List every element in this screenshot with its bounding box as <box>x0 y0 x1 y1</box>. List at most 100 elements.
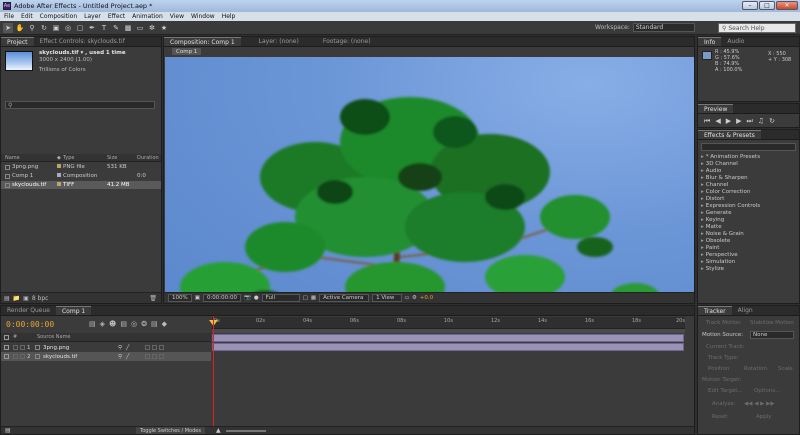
adjustment-switch[interactable] <box>152 345 158 350</box>
roto-brush-tool-icon[interactable]: ✼ <box>147 23 157 33</box>
3d-layer-switch[interactable] <box>159 354 165 359</box>
tab-footage[interactable]: Footage: (none) <box>317 37 377 46</box>
rotation-checkbox[interactable]: Rotation <box>744 366 767 372</box>
solo-icon[interactable] <box>20 345 25 350</box>
layer-name[interactable]: 3png.png <box>43 345 118 351</box>
effects-category[interactable]: Keying <box>701 217 760 224</box>
next-frame-icon[interactable]: ▶ <box>736 117 741 126</box>
lock-icon[interactable] <box>13 354 18 359</box>
timeline-timecode[interactable]: 0:00:00:00 <box>6 320 54 329</box>
tab-effect-controls[interactable]: Effect Controls: skyclouds.tif <box>34 37 131 46</box>
col-size[interactable]: Size <box>107 155 137 161</box>
menu-window[interactable]: Window <box>191 13 215 20</box>
tab-layer[interactable]: Layer: (none) <box>253 37 305 46</box>
stabilize-motion-button[interactable]: Stabilize Motion <box>750 320 794 326</box>
bpc-label[interactable]: 8 bpc <box>32 295 49 302</box>
effect-switch-icon[interactable]: ⚲ <box>118 354 122 360</box>
safe-margins-icon[interactable]: ▣ <box>195 295 200 301</box>
project-item-selected[interactable]: skyclouds.tif TIFF 41.2 MB <box>1 181 161 189</box>
effects-category[interactable]: Matte <box>701 224 760 231</box>
effects-category[interactable]: Blur & Sharpen <box>701 175 760 182</box>
menu-composition[interactable]: Composition <box>40 13 77 20</box>
snapshot-icon[interactable]: 📷 <box>244 295 251 301</box>
menu-view[interactable]: View <box>170 13 184 20</box>
region-of-interest-icon[interactable]: ▢ <box>303 295 308 301</box>
project-search-input[interactable]: ⚲ <box>5 101 155 109</box>
layer-duration-bar[interactable] <box>212 343 684 351</box>
graph-editor-icon[interactable]: ▤ <box>151 320 158 328</box>
tab-project[interactable]: Project <box>1 37 34 46</box>
toggle-pixel-aspect-icon[interactable]: ▫ <box>405 295 409 301</box>
motion-source-dropdown[interactable]: None <box>750 331 794 339</box>
effects-category[interactable]: 3D Channel <box>701 161 760 168</box>
tab-tracker[interactable]: Tracker <box>698 306 732 315</box>
work-area-bar[interactable] <box>212 329 685 333</box>
effects-category[interactable]: Audio <box>701 168 760 175</box>
comp-mini-flowchart-icon[interactable]: ▤ <box>89 320 96 328</box>
comp-chip[interactable]: Comp 1 <box>172 48 202 55</box>
col-duration[interactable]: Duration <box>137 155 161 161</box>
zoom-dropdown[interactable]: 100% <box>168 294 192 302</box>
exposure-value[interactable]: +0.0 <box>420 295 433 301</box>
maximize-button[interactable]: □ <box>759 1 775 10</box>
layer-row[interactable]: 1 3png.png ⚲ ╱ <box>1 343 211 352</box>
effects-category[interactable]: Simulation <box>701 259 760 266</box>
analyze-controls-icon[interactable]: ◀◀ ◀ ▶ ▶▶ <box>744 401 775 407</box>
play-icon[interactable]: ▶ <box>726 117 731 126</box>
effects-category[interactable]: Color Correction <box>701 189 760 196</box>
composition-viewer[interactable] <box>165 57 694 303</box>
current-time-field[interactable]: 0:00:00:00 <box>202 294 241 302</box>
project-item[interactable]: 3png.png PNG file 531 KB <box>1 163 161 171</box>
brainstorm-icon[interactable]: ❂ <box>141 320 147 328</box>
effects-category[interactable]: Expression Controls <box>701 203 760 210</box>
menu-layer[interactable]: Layer <box>84 13 101 20</box>
pan-behind-tool-icon[interactable]: ◎ <box>63 23 73 33</box>
transparency-grid-icon[interactable]: ▦ <box>311 295 316 301</box>
eye-icon[interactable] <box>4 354 9 359</box>
quality-switch-icon[interactable]: ╱ <box>126 354 129 360</box>
audio-icon[interactable]: ♫ <box>758 117 764 126</box>
effects-category[interactable]: Distort <box>701 196 760 203</box>
layer-duration-bar[interactable] <box>212 334 684 342</box>
draft-3d-icon[interactable]: ◈ <box>100 320 105 328</box>
close-button[interactable]: ✕ <box>776 1 798 10</box>
tab-align[interactable]: Align <box>732 306 759 315</box>
effects-search-input[interactable] <box>701 143 796 151</box>
hand-tool-icon[interactable]: ✋ <box>15 23 25 33</box>
puppet-tool-icon[interactable]: ★ <box>159 23 169 33</box>
fast-previews-icon[interactable]: ⚙ <box>412 295 417 301</box>
clone-stamp-tool-icon[interactable]: ▩ <box>123 23 133 33</box>
menu-file[interactable]: File <box>4 13 14 20</box>
menu-animation[interactable]: Animation <box>132 13 163 20</box>
scale-checkbox[interactable]: Scale <box>778 366 793 372</box>
time-ruler[interactable]: 0s 02s 04s 06s 08s 10s 12s 14s 16s 18s 2… <box>212 317 685 329</box>
quality-switch-icon[interactable]: ╱ <box>126 345 129 351</box>
color-channel-icon[interactable]: ● <box>254 295 259 301</box>
zoom-slider[interactable] <box>226 430 266 432</box>
effects-category[interactable]: * Animation Presets <box>701 154 760 161</box>
frame-blending-icon[interactable]: ▤ <box>120 320 127 328</box>
loop-icon[interactable]: ↻ <box>769 117 775 126</box>
camera-dropdown[interactable]: Active Camera <box>319 294 370 302</box>
col-name[interactable]: Name <box>1 155 57 161</box>
project-item[interactable]: Comp 1 Composition 0:0 <box>1 172 161 180</box>
motion-blur-switch[interactable] <box>145 354 151 359</box>
menu-edit[interactable]: Edit <box>21 13 33 20</box>
search-help-input[interactable]: ⚲ Search Help <box>718 23 796 33</box>
view-layout-dropdown[interactable]: 1 View <box>372 294 403 302</box>
adjustment-switch[interactable] <box>152 354 158 359</box>
effect-switch-icon[interactable]: ⚲ <box>118 345 122 351</box>
effects-category[interactable]: Perspective <box>701 252 760 259</box>
track-motion-button[interactable]: Track Motion <box>706 320 741 326</box>
effects-category[interactable]: Noise & Grain <box>701 231 760 238</box>
effects-category[interactable]: Channel <box>701 182 760 189</box>
reset-button[interactable]: Reset <box>712 414 727 420</box>
auto-keyframe-icon[interactable]: ◆ <box>162 320 167 328</box>
trash-icon[interactable]: 🗑 <box>149 295 157 302</box>
rotation-tool-icon[interactable]: ↻ <box>39 23 49 33</box>
type-tool-icon[interactable]: T <box>99 23 109 33</box>
effects-category[interactable]: Generate <box>701 210 760 217</box>
effects-category[interactable]: Paint <box>701 245 760 252</box>
minimize-button[interactable]: – <box>742 1 758 10</box>
workspace-dropdown[interactable]: Standard <box>632 23 695 32</box>
